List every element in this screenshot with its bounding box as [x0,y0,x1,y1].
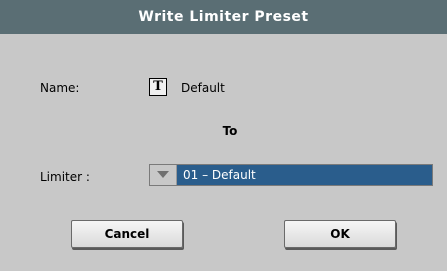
limiter-label: Limiter : [40,170,90,184]
limiter-select[interactable]: 01 – Default [149,164,433,186]
chevron-down-icon[interactable] [150,165,177,185]
text-edit-icon[interactable]: T [149,78,167,96]
name-value[interactable]: Default [181,81,225,95]
limiter-selected-value: 01 – Default [183,168,256,182]
to-label: To [222,124,238,138]
name-label: Name: [40,81,80,95]
dialog-title: Write Limiter Preset [0,0,447,34]
write-limiter-preset-dialog: Write Limiter Preset Name: T Default To … [0,0,447,271]
cancel-button[interactable]: Cancel [71,220,183,248]
ok-button[interactable]: OK [284,220,396,248]
